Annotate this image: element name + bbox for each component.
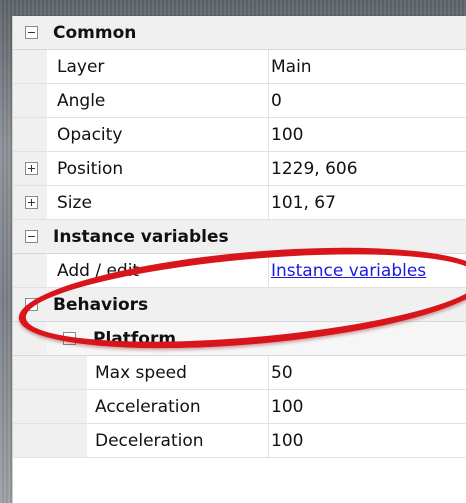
row-margin [13, 390, 87, 423]
property-row-position[interactable]: Position 1229, 606 [13, 152, 466, 186]
property-row-opacity[interactable]: Opacity 100 [13, 118, 466, 152]
property-row-angle[interactable]: Angle 0 [13, 84, 466, 118]
row-margin [13, 356, 87, 389]
properties-grid: Common Layer Main Angle 0 Opacity 100 Po… [12, 16, 466, 503]
column-divider [268, 356, 269, 389]
column-divider [268, 424, 269, 457]
property-row-size[interactable]: Size 101, 67 [13, 186, 466, 220]
row-margin [13, 50, 47, 83]
category-label: Platform [93, 328, 177, 349]
column-divider [268, 118, 269, 151]
collapse-icon[interactable] [25, 298, 38, 311]
property-label: Opacity [57, 124, 123, 145]
property-row-add-edit[interactable]: Add / edit Instance variables [13, 254, 466, 288]
category-label: Instance variables [53, 226, 229, 247]
property-value[interactable]: 50 [271, 356, 293, 389]
column-divider [268, 186, 269, 219]
row-margin [13, 254, 47, 287]
property-value[interactable]: 101, 67 [271, 186, 336, 219]
row-margin [13, 322, 47, 355]
property-label: Layer [57, 56, 105, 77]
row-margin [13, 424, 87, 457]
property-label: Angle [57, 90, 106, 111]
column-divider [268, 50, 269, 83]
property-row-deceleration[interactable]: Deceleration 100 [13, 424, 466, 458]
property-value[interactable]: 0 [271, 84, 282, 117]
expand-icon[interactable] [25, 196, 38, 209]
property-value[interactable]: Main [271, 50, 312, 83]
category-instance-variables[interactable]: Instance variables [13, 220, 466, 254]
collapse-icon[interactable] [25, 230, 38, 243]
expand-icon[interactable] [25, 162, 38, 175]
row-margin [13, 84, 47, 117]
property-value[interactable]: 100 [271, 390, 303, 423]
category-common[interactable]: Common [13, 16, 466, 50]
property-value[interactable]: 1229, 606 [271, 152, 358, 185]
column-divider [268, 254, 269, 287]
property-label: Size [57, 192, 92, 213]
category-label: Behaviors [53, 294, 149, 315]
column-divider [268, 84, 269, 117]
property-label: Acceleration [95, 396, 201, 417]
column-divider [268, 152, 269, 185]
property-label: Add / edit [57, 260, 140, 281]
property-value[interactable]: 100 [271, 424, 303, 457]
property-label: Deceleration [95, 430, 204, 451]
property-row-layer[interactable]: Layer Main [13, 50, 466, 84]
property-row-max-speed[interactable]: Max speed 50 [13, 356, 466, 390]
property-label: Position [57, 158, 124, 179]
property-row-acceleration[interactable]: Acceleration 100 [13, 390, 466, 424]
property-value[interactable]: 100 [271, 118, 303, 151]
row-margin [13, 118, 47, 151]
category-behaviors[interactable]: Behaviors [13, 288, 466, 322]
column-divider [268, 390, 269, 423]
category-label: Common [53, 22, 137, 43]
collapse-icon[interactable] [25, 26, 38, 39]
instance-variables-link[interactable]: Instance variables [271, 254, 426, 287]
collapse-icon[interactable] [63, 332, 76, 345]
category-platform[interactable]: Platform [13, 322, 466, 356]
property-label: Max speed [95, 362, 187, 383]
